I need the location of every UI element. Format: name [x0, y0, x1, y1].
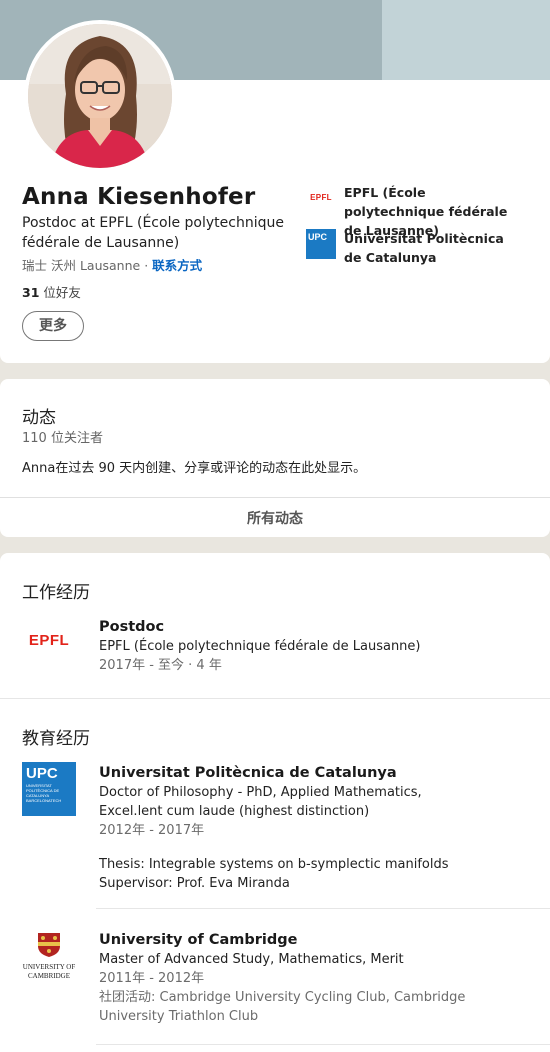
connections-label: 位好友	[43, 285, 81, 300]
experience-title: 工作经历	[22, 583, 90, 603]
education-entry[interactable]: Universitat Politècnica de Catalunya Doc…	[99, 763, 539, 893]
entry-divider	[96, 1044, 550, 1045]
degree-line: Excel.lent cum laude (highest distinctio…	[99, 804, 370, 819]
degree-line: Doctor of Philosophy - PhD, Applied Math…	[99, 785, 422, 800]
profile-card: Anna Kiesenhofer Postdoc at EPFL (École …	[0, 0, 550, 363]
job-dates: 2017年 - 至今 · 4 年	[99, 658, 222, 673]
avatar-photo	[28, 24, 172, 168]
education-entry[interactable]: University of Cambridge Master of Advanc…	[99, 930, 539, 1026]
affiliation-name: Universitat Politècnica de Catalunya	[344, 231, 504, 265]
connections-number: 31	[22, 285, 40, 300]
entry-divider	[96, 908, 550, 909]
connections-count[interactable]: 31 位好友	[22, 282, 81, 301]
cambridge-logo-icon[interactable]: UNIVERSITY OF CAMBRIDGE	[22, 932, 76, 980]
cambridge-crest-icon	[38, 933, 60, 957]
activities-line: University Triathlon Club	[99, 1009, 259, 1024]
activities-line: 社团活动: Cambridge University Cycling Club,…	[99, 990, 466, 1005]
more-button[interactable]: 更多	[22, 311, 84, 341]
supervisor-text: Supervisor: Prof. Eva Miranda	[99, 876, 290, 891]
profile-location: 瑞士 沃州 Lausanne · 联系方式	[22, 255, 202, 274]
cambridge-logo-line1: UNIVERSITY OF	[22, 963, 76, 971]
activity-description: Anna在过去 90 天内创建、分享或评论的动态在此处显示。	[22, 461, 367, 476]
education-title: 教育经历	[22, 729, 90, 749]
education-dates: 2012年 - 2017年	[99, 823, 205, 838]
location-text: 瑞士 沃州 Lausanne	[22, 258, 141, 273]
degree-line: Master of Advanced Study, Mathematics, M…	[99, 952, 404, 967]
epfl-logo-icon: EPFL	[306, 183, 336, 213]
upc-logo-subtext: UNIVERSITAT POLITÈCNICA DE CATALUNYA BAR…	[26, 783, 62, 803]
upc-logo-icon: UPC	[306, 229, 336, 259]
all-activity-button[interactable]: 所有动态	[0, 508, 550, 528]
banner-highlight	[382, 0, 550, 80]
job-title: Postdoc	[99, 619, 165, 635]
location-separator: ·	[144, 258, 149, 273]
school-name: Universitat Politècnica de Catalunya	[99, 765, 397, 781]
avatar[interactable]	[24, 20, 176, 172]
education-dates: 2011年 - 2012年	[99, 971, 205, 986]
school-name: University of Cambridge	[99, 932, 298, 948]
section-divider	[0, 698, 550, 699]
upc-logo-text: UPC	[26, 765, 58, 782]
profile-headline: Postdoc at EPFL (École polytechnique féd…	[22, 215, 284, 251]
thesis-text: Thesis: Integrable systems on b-symplect…	[99, 857, 449, 872]
upc-logo-icon[interactable]: UPC UNIVERSITAT POLITÈCNICA DE CATALUNYA…	[22, 762, 76, 816]
divider	[0, 497, 550, 498]
job-org: EPFL (École polytechnique fédérale de La…	[99, 639, 421, 654]
profile-name: Anna Kiesenhofer	[22, 184, 256, 210]
affiliation-upc[interactable]: UPC Universitat Politècnica de Catalunya	[306, 229, 522, 267]
cambridge-logo-line2: CAMBRIDGE	[27, 972, 70, 980]
experience-entry[interactable]: Postdoc EPFL (École polytechnique fédéra…	[99, 617, 539, 675]
activity-title: 动态	[22, 408, 56, 428]
followers-count: 110 位关注者	[22, 431, 103, 446]
epfl-logo-icon[interactable]: EPFL	[22, 614, 76, 668]
contact-info-link[interactable]: 联系方式	[152, 258, 202, 273]
